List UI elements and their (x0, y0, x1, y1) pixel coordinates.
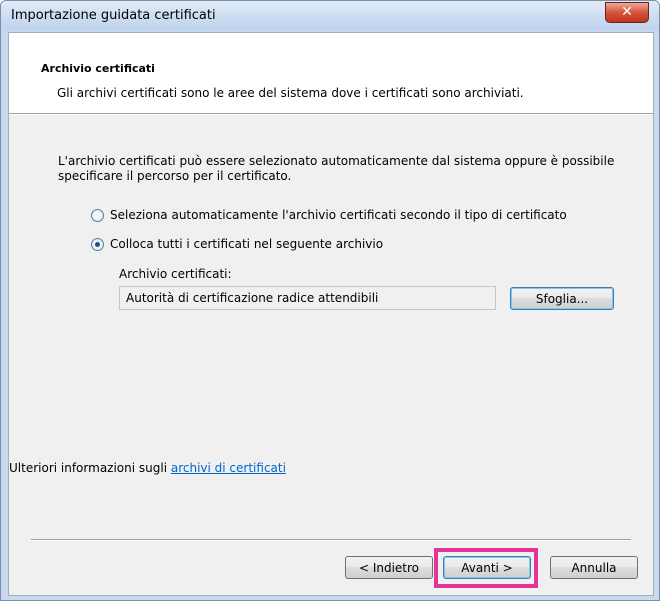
close-button[interactable]: ✕ (605, 2, 649, 23)
footer-divider (31, 539, 631, 541)
page-title: Archivio certificati (41, 62, 155, 75)
cancel-button[interactable]: Annulla (550, 556, 638, 579)
next-button-highlight (434, 548, 538, 588)
title-bar: Importazione guidata certificati ✕ (1, 1, 659, 31)
radio-manual-indicator[interactable] (91, 237, 104, 251)
close-icon: ✕ (621, 4, 633, 20)
back-button[interactable]: < Indietro (345, 556, 433, 579)
radio-manual-store[interactable]: Colloca tutti i certificati nel seguente… (91, 235, 383, 253)
dialog-client-area: Archivio certificati Gli archivi certifi… (8, 32, 654, 596)
more-info-line: Ulteriori informazioni sugli archivi di … (9, 461, 286, 475)
radio-manual-label[interactable]: Colloca tutti i certificati nel seguente… (110, 237, 383, 251)
radio-auto-label[interactable]: Seleziona automaticamente l'archivio cer… (110, 208, 567, 222)
store-field-label: Archivio certificati: (119, 267, 232, 281)
header-divider (9, 113, 653, 115)
radio-auto-select[interactable]: Seleziona automaticamente l'archivio cer… (91, 206, 567, 224)
more-info-link[interactable]: archivi di certificati (171, 461, 286, 475)
header-panel: Archivio certificati Gli archivi certifi… (9, 33, 653, 113)
wizard-window: Importazione guidata certificati ✕ Archi… (0, 0, 660, 601)
browse-button[interactable]: Sfoglia... (510, 287, 614, 310)
page-subtitle: Gli archivi certificati sono le aree del… (57, 86, 524, 100)
more-info-text: Ulteriori informazioni sugli (9, 461, 171, 475)
radio-auto-indicator[interactable] (91, 208, 104, 222)
intro-text: L'archivio certificati può essere selezi… (58, 154, 615, 183)
store-field: Autorità di certificazione radice attend… (119, 286, 496, 310)
window-title: Importazione guidata certificati (11, 8, 216, 23)
